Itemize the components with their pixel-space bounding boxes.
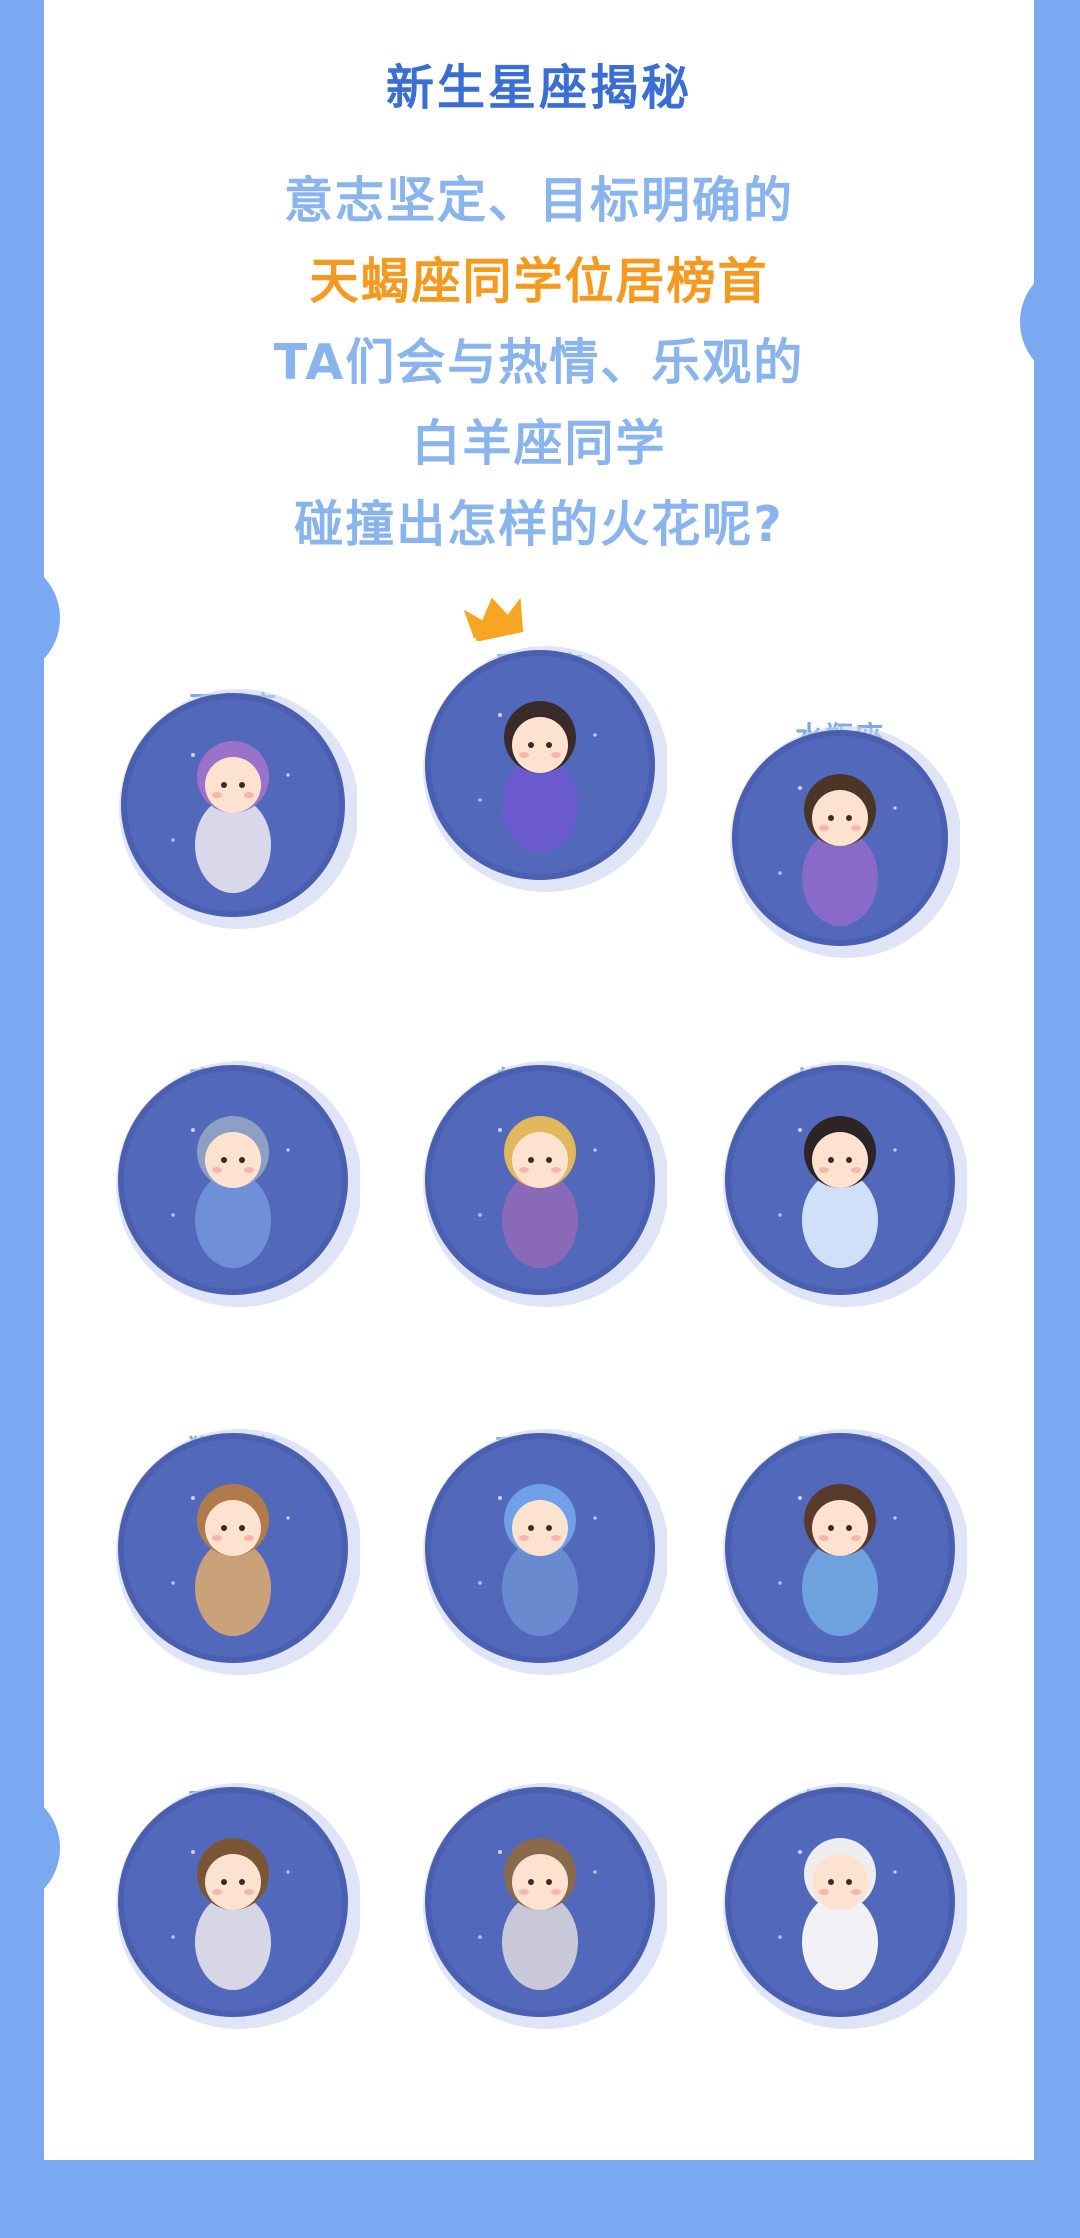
virgo-illustration [713,1053,967,1307]
page-title: 新生星座揭秘 [385,60,692,116]
pisces-illustration [413,1421,667,1675]
scorpio-illustration [413,638,667,892]
intro-text: 意志坚定、目标明确的 天蝎座同学位居榜首 TA们会与热情、乐观的 白羊座同学 碰… [44,160,1034,565]
intro-line: TA们会与热情、乐观的 [273,334,805,391]
aries-illustration [713,1775,967,2029]
taurus-illustration [413,1775,667,2029]
sagittarius-illustration [413,1053,667,1307]
intro-line: 白羊座同学 [411,415,667,472]
capricorn-illustration [106,1053,360,1307]
cancer-illustration [713,1421,967,1675]
intro-line: 碰撞出怎样的火花呢? [294,496,784,553]
intro-line-highlight: 天蝎座同学位居榜首 [309,253,769,310]
gemini-illustration [106,1775,360,2029]
intro-line: 意志坚定、目标明确的 [283,172,794,229]
libra-illustration [109,681,357,929]
leo-illustration [106,1421,360,1675]
content-card: 新生星座揭秘 意志坚定、目标明确的 天蝎座同学位居榜首 TA们会与热情、乐观的 … [44,0,1034,2160]
aquarius-illustration [720,718,960,958]
crown-icon [462,593,532,645]
